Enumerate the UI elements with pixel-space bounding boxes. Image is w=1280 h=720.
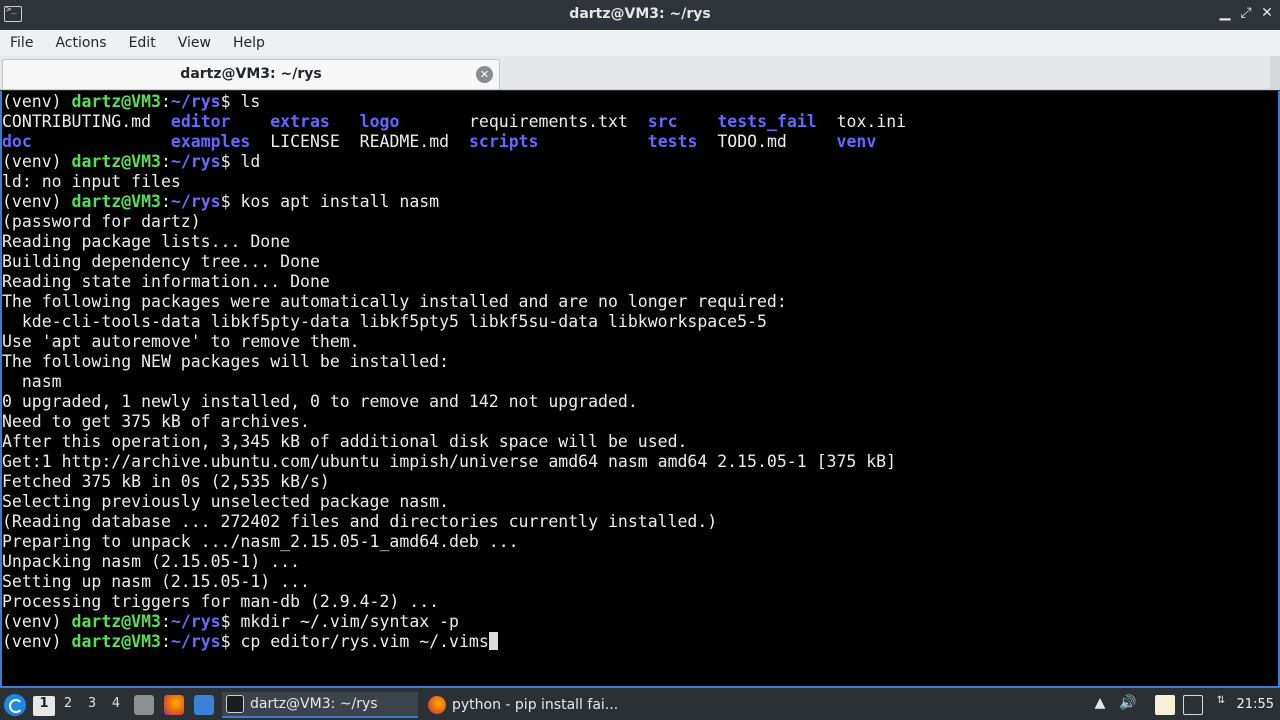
clock[interactable]: 21:55 (1237, 697, 1274, 712)
output-line: Unpacking nasm (2.15.05-1) ... (2, 552, 301, 571)
prompt: (venv) dartz@VM3:~/rys$ (2, 612, 241, 631)
tab-bar: dartz@VM3: ~/rys ✕ (0, 56, 1280, 90)
workspace-1[interactable]: 1 (33, 696, 55, 716)
task-label: dartz@VM3: ~/rys (250, 696, 378, 712)
terminal-icon (226, 695, 244, 713)
ls-row: doc examples LICENSE README.md scripts t… (2, 132, 876, 151)
minimize-icon[interactable]: ▁ (1216, 5, 1234, 21)
ls-entry: LICENSE (270, 132, 340, 151)
window-title: dartz@VM3: ~/rys (569, 6, 711, 22)
output-line: Fetched 375 kB in 0s (2,535 kB/s) (2, 472, 330, 491)
output-line: (Reading database ... 272402 files and d… (2, 512, 718, 531)
network-icon[interactable]: ⇅ (1211, 695, 1231, 715)
workspace-3[interactable]: 3 (81, 696, 103, 716)
ls-entry: README.md (359, 132, 450, 151)
ls-entry: logo (359, 112, 400, 131)
output-line: Reading package lists... Done (2, 232, 291, 251)
ls-entry: editor (170, 112, 231, 131)
menu-bar: File Actions Edit View Help (0, 30, 1280, 56)
volume-icon[interactable]: 🔊 (1118, 695, 1138, 715)
prompt: (venv) dartz@VM3:~/rys$ (2, 92, 241, 111)
output-line: nasm (2, 372, 62, 391)
text-cursor (488, 632, 498, 650)
workspace-2[interactable]: 2 (57, 696, 79, 716)
output-line: Reading state information... Done (2, 272, 330, 291)
menu-edit[interactable]: Edit (129, 35, 156, 51)
ls-entry: src (647, 112, 678, 131)
ls-row: CONTRIBUTING.md editor extras logo requi… (2, 112, 906, 131)
menu-view[interactable]: View (178, 35, 211, 51)
prompt: (venv) dartz@VM3:~/rys$ (2, 152, 241, 171)
command-line: ld (240, 152, 261, 171)
output-line: Need to get 375 kB of archives. (2, 412, 310, 431)
workspace-4[interactable]: 4 (105, 696, 127, 716)
close-icon[interactable]: ✕ (1258, 5, 1276, 21)
ls-entry: extras (270, 112, 330, 131)
task-firefox[interactable]: python - pip install fai... (424, 692, 620, 718)
output-line: Setting up nasm (2.15.05-1) ... (2, 572, 310, 591)
ls-entry: scripts (468, 132, 539, 151)
tab-close-icon[interactable]: ✕ (476, 66, 493, 83)
taskbar: 1 2 3 4 dartz@VM3: ~/rys python - pip in… (0, 690, 1280, 720)
ls-entry: tox.ini (836, 112, 907, 131)
menu-file[interactable]: File (10, 35, 33, 51)
clipboard-icon[interactable] (1155, 695, 1175, 715)
menu-actions[interactable]: Actions (55, 35, 106, 51)
command-line: kos apt install nasm (240, 192, 440, 211)
file-manager-icon[interactable] (134, 695, 154, 715)
ls-entry: TODO.md (717, 132, 787, 151)
output-line: Building dependency tree... Done (2, 252, 320, 271)
command-line: ls (240, 92, 261, 111)
terminal-output: (venv) dartz@VM3:~/rys$ ls CONTRIBUTING.… (2, 91, 1278, 652)
window-titlebar[interactable]: dartz@VM3: ~/rys ▁ ⤢ ✕ (0, 0, 1280, 30)
task-label: python - pip install fai... (452, 697, 619, 713)
output-line: kde-cli-tools-data libkf5pty-data libkf5… (2, 312, 767, 331)
ls-entry: venv (836, 132, 877, 151)
tab-terminal[interactable]: dartz@VM3: ~/rys ✕ (2, 59, 500, 89)
tab-label: dartz@VM3: ~/rys (180, 66, 322, 82)
output-line: Use 'apt autoremove' to remove them. (2, 332, 360, 351)
output-line: 0 upgraded, 1 newly installed, 0 to remo… (2, 392, 638, 411)
output-line: The following packages were automaticall… (2, 292, 787, 311)
command-input[interactable]: cp editor/rys.vim ~/.vims (240, 632, 488, 651)
output-line: Get:1 http://archive.ubuntu.com/ubuntu i… (2, 452, 897, 471)
tabbar-scroll-handle[interactable] (1270, 56, 1280, 90)
menu-help[interactable]: Help (233, 35, 265, 51)
terminal-view[interactable]: (venv) dartz@VM3:~/rys$ ls CONTRIBUTING.… (0, 91, 1280, 688)
output-line: Processing triggers for man-db (2.9.4-2)… (2, 592, 440, 611)
ls-entry: tests_fail (717, 112, 817, 131)
ls-entry: examples (170, 132, 251, 151)
output-line: After this operation, 3,345 kB of additi… (2, 432, 688, 451)
output-line: (password for dartz) (2, 212, 201, 231)
output-line: The following NEW packages will be insta… (2, 352, 450, 371)
output-line: Selecting previously unselected package … (2, 492, 450, 511)
ls-entry: CONTRIBUTING.md (2, 112, 152, 131)
command-line: mkdir ~/.vim/syntax -p (240, 612, 459, 631)
display-icon[interactable] (1183, 695, 1203, 715)
task-terminal[interactable]: dartz@VM3: ~/rys (222, 692, 418, 718)
ls-entry: doc (2, 132, 32, 151)
maximize-icon[interactable]: ⤢ (1237, 5, 1255, 21)
tray-expand-icon[interactable]: ▲ (1090, 695, 1110, 715)
firefox-icon (428, 696, 446, 714)
firefox-icon[interactable] (164, 695, 184, 715)
prompt: (venv) dartz@VM3:~/rys$ (2, 632, 241, 651)
output-line: ld: no input files (2, 172, 181, 191)
ls-entry: tests (647, 132, 698, 151)
prompt: (venv) dartz@VM3:~/rys$ (2, 192, 241, 211)
ls-entry: requirements.txt (468, 112, 628, 131)
application-menu-icon[interactable] (4, 694, 26, 716)
output-line: Preparing to unpack .../nasm_2.15.05-1_a… (2, 532, 519, 551)
show-desktop-icon[interactable] (194, 695, 214, 715)
